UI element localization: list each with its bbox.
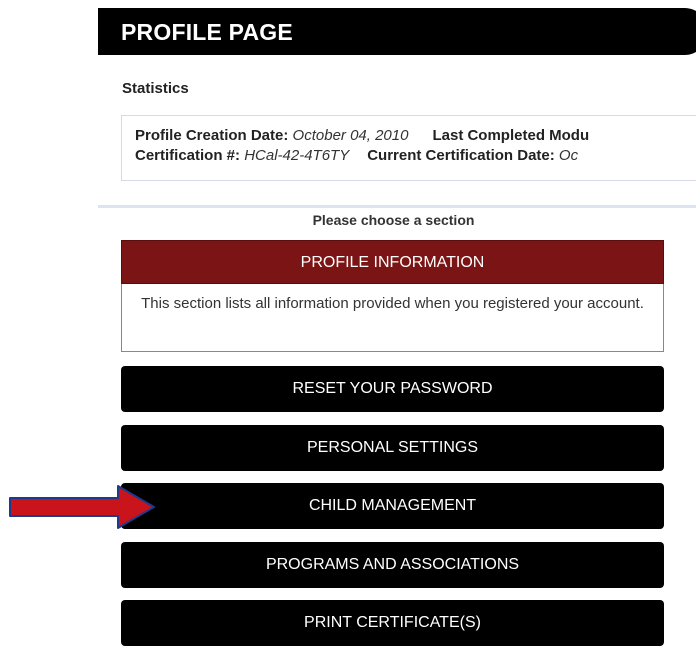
section-divider	[98, 205, 696, 208]
creation-date-label: Profile Creation Date:	[135, 127, 289, 144]
profile-information-description: This section lists all information provi…	[121, 284, 664, 352]
certification-number-value: HCal-42-4T6TY	[244, 147, 350, 164]
arrow-right-icon	[9, 485, 155, 529]
stats-line-2: Certification #: HCal-42-4T6TY Current Ce…	[135, 147, 578, 164]
profile-information-button[interactable]: PROFILE INFORMATION	[121, 240, 664, 284]
page-header: PROFILE PAGE	[98, 8, 696, 55]
statistics-heading: Statistics	[122, 80, 189, 97]
profile-information-section: PROFILE INFORMATION This section lists a…	[121, 240, 664, 352]
statistics-box: Profile Creation Date: October 04, 2010 L…	[121, 115, 696, 181]
current-certification-label: Current Certification Date:	[367, 147, 555, 164]
programs-associations-button[interactable]: PROGRAMS AND ASSOCIATIONS	[121, 542, 664, 588]
last-module-label: Last Completed Modu	[432, 127, 590, 144]
print-certificates-button[interactable]: PRINT CERTIFICATE(S)	[121, 600, 664, 646]
creation-date-value: October 04, 2010	[292, 127, 409, 144]
current-certification-value: Oc	[558, 147, 579, 164]
choose-section-prompt: Please choose a section	[312, 212, 475, 228]
personal-settings-button[interactable]: PERSONAL SETTINGS	[121, 425, 664, 471]
stats-line-1: Profile Creation Date: October 04, 2010 L…	[135, 127, 589, 144]
reset-password-button[interactable]: RESET YOUR PASSWORD	[121, 366, 664, 412]
page-title: PROFILE PAGE	[121, 19, 293, 45]
certification-number-label: Certification #:	[135, 147, 241, 164]
child-management-button[interactable]: CHILD MANAGEMENT	[121, 483, 664, 529]
